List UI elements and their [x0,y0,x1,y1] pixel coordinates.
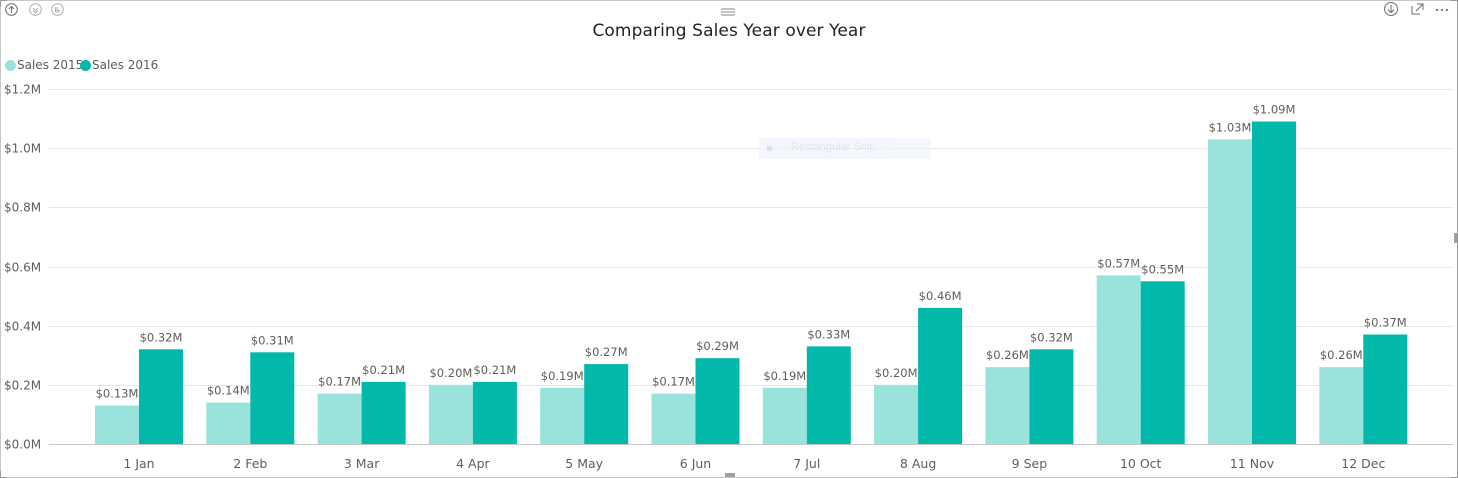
data-label-sales-2015: $0.20M [429,366,472,380]
bar-sales-2016[interactable] [250,352,295,444]
corner-handle-top-right[interactable] [1451,0,1458,7]
data-label-sales-2016: $0.32M [1030,330,1073,344]
bars [95,121,1408,445]
y-tick-label: $0.6M [4,261,41,275]
bar-sales-2015[interactable] [1096,275,1141,444]
bar-sales-2015[interactable] [206,402,251,444]
y-axis: $0.0M $0.2M $0.4M $0.6M $0.8M $1.0M $1.2M [4,83,41,452]
data-label-sales-2015: $0.14M [207,384,250,398]
data-label-sales-2016: $0.29M [696,339,739,353]
data-label-sales-2015: $0.19M [541,369,584,383]
bar-sales-2015[interactable] [1208,139,1252,445]
bar-sales-2016[interactable] [1363,334,1408,445]
bar-sales-2016[interactable] [1029,349,1074,444]
y-tick-label: $1.2M [4,83,41,97]
y-tick-label: $1.0M [4,142,41,156]
x-axis: 1 Jan 2 Feb 3 Mar 4 Apr 5 May 6 Jun 7 Jul 8 Aug… [123,456,1385,471]
bottom-resize-handle[interactable] [725,473,735,477]
data-label-sales-2015: $0.17M [318,375,361,389]
bar-sales-2016[interactable] [139,349,183,444]
data-label-sales-2015: $0.17M [652,375,695,389]
data-label-sales-2015: $0.26M [986,348,1029,362]
data-label-sales-2016: $1.09M [1253,103,1296,117]
data-label-sales-2015: $1.03M [1209,120,1252,134]
x-tick-label: 12 Dec [1341,456,1385,471]
bar-sales-2015[interactable] [651,393,696,444]
y-tick-label: $0.0M [4,438,41,452]
x-tick-label: 1 Jan [123,456,154,471]
snip-overlay: Rectangular Snip [759,138,931,159]
bar-sales-2015[interactable] [540,387,585,444]
x-tick-label: 7 Jul [793,456,820,471]
snip-overlay-text: Rectangular Snip [791,141,876,153]
x-tick-label: 3 Mar [344,456,380,471]
bar-sales-2016[interactable] [1252,121,1296,445]
bar-sales-2015[interactable] [317,393,362,444]
bar-sales-2015[interactable] [1319,367,1364,444]
bar-sales-2015[interactable] [428,384,473,444]
x-tick-label: 9 Sep [1012,456,1048,471]
x-tick-label: 10 Oct [1120,456,1162,471]
bar-sales-2015[interactable] [95,405,139,445]
data-label-sales-2016: $0.27M [585,345,628,359]
x-tick-label: 6 Jun [680,456,711,471]
data-label-sales-2015: $0.19M [763,369,806,383]
y-tick-label: $0.4M [4,320,41,334]
side-resize-handle[interactable] [1454,233,1457,243]
corner-handle-bottom-left[interactable] [0,471,7,478]
data-label-sales-2016: $0.21M [362,363,405,377]
corner-handle-bottom-right[interactable] [1451,471,1458,478]
visual-container: Comparing Sales Year over Year Sales 201… [0,0,1458,478]
bar-sales-2015[interactable] [762,387,807,444]
bar-sales-2015[interactable] [985,367,1030,444]
data-label-sales-2015: $0.57M [1097,256,1140,270]
data-label-sales-2016: $0.21M [473,363,516,377]
bar-sales-2016[interactable] [472,381,517,444]
y-tick-label: $0.2M [4,379,41,393]
y-tick-label: $0.8M [4,201,41,215]
data-label-sales-2016: $0.55M [1141,262,1184,276]
data-label-sales-2016: $0.31M [251,333,294,347]
x-tick-label: 8 Aug [900,456,936,471]
snip-icon [767,146,772,151]
bar-chart-plot: $0.0M $0.2M $0.4M $0.6M $0.8M $1.0M $1.2M $0.1… [4,83,1453,471]
bar-sales-2016[interactable] [695,358,740,444]
bar-sales-2016[interactable] [584,364,629,444]
x-tick-label: 5 May [565,456,603,471]
data-label-sales-2016: $0.33M [807,327,850,341]
data-label-sales-2015: $0.13M [96,387,139,401]
bar-sales-2016[interactable] [1140,281,1185,444]
x-tick-label: 4 Apr [456,456,490,471]
data-label-sales-2016: $0.46M [919,289,962,303]
bar-sales-2016[interactable] [806,346,851,444]
data-label-sales-2015: $0.26M [1320,348,1363,362]
bar-sales-2015[interactable] [874,384,919,444]
corner-handle-top-left[interactable] [0,0,7,7]
data-label-sales-2016: $0.32M [140,330,183,344]
x-tick-label: 2 Feb [233,456,267,471]
data-label-sales-2015: $0.20M [875,366,918,380]
x-tick-label: 11 Nov [1230,456,1275,471]
bar-sales-2016[interactable] [918,307,963,444]
data-label-sales-2016: $0.37M [1364,316,1407,330]
bar-sales-2016[interactable] [361,381,406,444]
